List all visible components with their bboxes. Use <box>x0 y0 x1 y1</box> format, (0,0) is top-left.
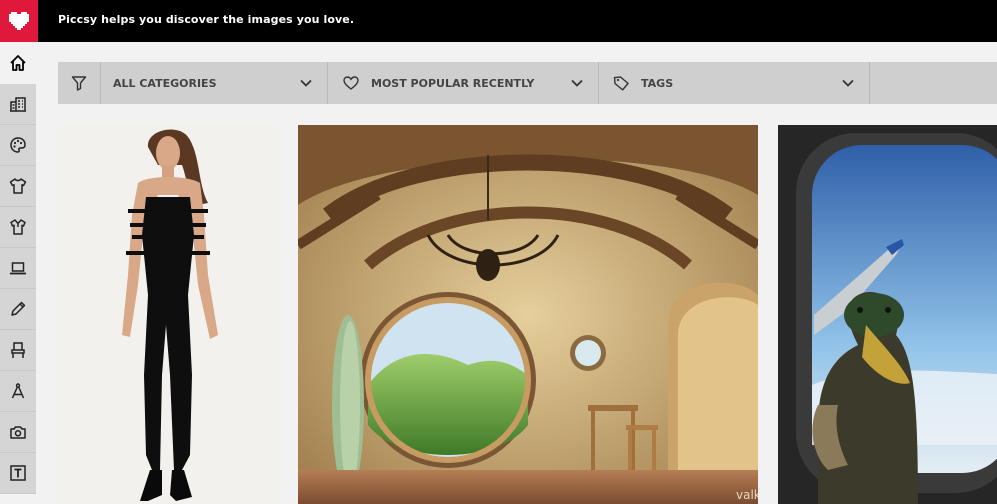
tagline: Piccsy helps you discover the images you… <box>58 13 355 26</box>
sidebar-item-mens-fashion[interactable] <box>0 166 36 207</box>
tags-dropdown-label: TAGS <box>641 76 674 90</box>
pixel-heart-icon <box>9 12 29 30</box>
woman-jumpsuit-photo <box>58 125 278 504</box>
laptop-icon <box>10 262 26 275</box>
chevron-down-icon <box>300 79 312 87</box>
mens-shirt-icon <box>9 178 27 194</box>
sidebar-item-technology[interactable] <box>0 248 36 289</box>
home-icon <box>10 55 26 71</box>
chevron-down-icon <box>842 79 854 87</box>
sidebar-item-womens-fashion[interactable] <box>0 207 36 248</box>
chair-icon <box>11 342 25 358</box>
sidebar-item-design[interactable] <box>0 289 36 330</box>
camera-icon <box>10 426 26 439</box>
filter-bar: ALL CATEGORIES MOST POPULAR RECENTLY TAG… <box>58 62 997 104</box>
image-watermark: valk <box>736 488 758 502</box>
filter-toggle[interactable] <box>58 62 101 104</box>
chevron-down-icon <box>571 79 583 87</box>
sidebar-item-drawing[interactable] <box>0 371 36 412</box>
funnel-icon <box>71 76 87 91</box>
sidebar-item-architecture[interactable] <box>0 84 36 125</box>
palette-icon <box>10 137 26 153</box>
sidebar-item-home[interactable] <box>0 42 36 84</box>
sidebar-item-photography[interactable] <box>0 412 36 453</box>
piccsy-logo[interactable] <box>0 0 38 42</box>
sidebar-item-typography[interactable] <box>0 453 36 494</box>
compass-icon <box>11 383 25 399</box>
pencil-icon <box>11 301 26 316</box>
sidebar-item-interiors[interactable] <box>0 330 36 371</box>
category-dropdown[interactable]: ALL CATEGORIES <box>101 62 328 104</box>
image-tile-hobbit-hole[interactable]: valk <box>298 125 758 504</box>
sort-dropdown-label: MOST POPULAR RECENTLY <box>371 76 535 90</box>
typography-icon <box>10 465 26 481</box>
city-icon <box>10 97 26 112</box>
image-tile-duck-airplane[interactable] <box>778 125 997 504</box>
hobbit-hole-photo: valk <box>298 125 758 504</box>
womens-shirt-icon <box>10 219 26 235</box>
tag-icon <box>613 75 629 91</box>
category-sidebar <box>0 42 38 504</box>
top-bar: Piccsy helps you discover the images you… <box>0 0 997 42</box>
sidebar-item-art[interactable] <box>0 125 36 166</box>
heart-icon <box>343 76 359 90</box>
duck-airplane-photo <box>778 125 997 504</box>
tags-dropdown[interactable]: TAGS <box>599 62 870 104</box>
sort-dropdown[interactable]: MOST POPULAR RECENTLY <box>328 62 599 104</box>
image-tile-woman-jumpsuit[interactable] <box>58 125 278 504</box>
category-dropdown-label: ALL CATEGORIES <box>113 76 217 90</box>
